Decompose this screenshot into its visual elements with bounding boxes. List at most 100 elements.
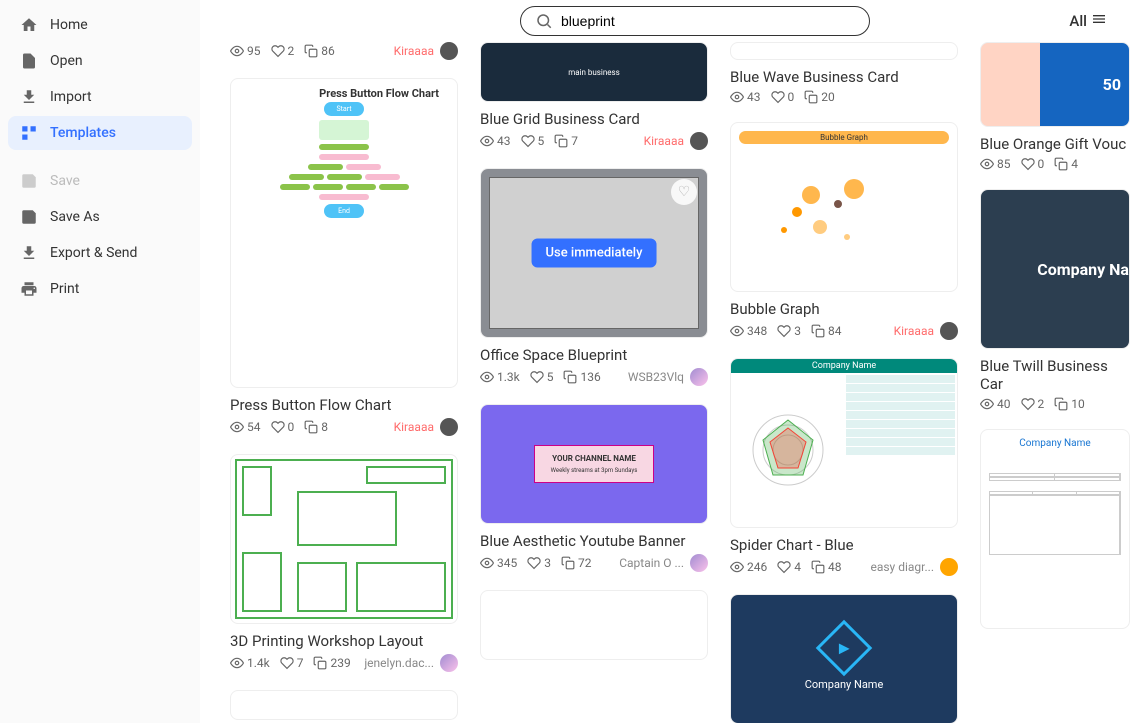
avatar: [940, 322, 958, 340]
card-thumbnail[interactable]: ♡ Use immediately: [480, 168, 708, 338]
template-card-bubble[interactable]: Bubble Graph Bubble Graph: [730, 122, 958, 340]
favorite-button[interactable]: ♡: [671, 179, 697, 205]
eye-icon: [480, 370, 494, 384]
author-name[interactable]: Kiraaaa: [394, 44, 434, 58]
eye-icon: [730, 560, 744, 574]
copy-icon: [811, 324, 825, 338]
avatar: [440, 654, 458, 672]
sidebar-item-export[interactable]: Export & Send: [8, 236, 192, 270]
eye-icon: [980, 157, 994, 171]
card-title: Office Space Blueprint: [480, 346, 708, 364]
template-card-office-space[interactable]: ♡ Use immediately Office Space Blueprint…: [480, 168, 708, 386]
template-card[interactable]: 95 2 86 Kiraaaa: [230, 42, 458, 60]
card-thumbnail[interactable]: [480, 590, 708, 660]
card-title: Blue Wave Business Card: [730, 68, 958, 86]
eye-icon: [730, 324, 744, 338]
card-thumbnail[interactable]: [730, 42, 958, 60]
eye-icon: [230, 44, 244, 58]
heart-icon: [271, 44, 285, 58]
home-icon: [20, 16, 38, 34]
sidebar-item-open[interactable]: Open: [8, 44, 192, 78]
template-card[interactable]: [230, 690, 458, 720]
avatar: [690, 132, 708, 150]
card-thumbnail[interactable]: Company Name: [730, 358, 958, 528]
author-name[interactable]: Kiraaaa: [394, 420, 434, 434]
template-card-form[interactable]: Company Name: [980, 429, 1130, 629]
copy-icon: [313, 656, 327, 670]
sidebar-label: Save: [50, 173, 80, 189]
copy-icon: [563, 370, 577, 384]
heart-icon: [521, 134, 535, 148]
eye-icon: [730, 90, 744, 104]
filter-all-button[interactable]: All: [1069, 11, 1107, 31]
sidebar-label: Home: [50, 17, 88, 33]
card-thumbnail[interactable]: [230, 690, 458, 720]
main-area: All 95 2 86 Kiraaaa Press Button Flow Ch…: [200, 0, 1142, 723]
card-meta: 246 4 48 easy diagr...: [730, 558, 958, 576]
card-meta: 1.3k 5 136 WSB23Vlq: [480, 368, 708, 386]
sidebar-item-print[interactable]: Print: [8, 272, 192, 306]
sidebar-label: Save As: [50, 209, 100, 225]
template-card[interactable]: [480, 590, 708, 660]
template-card-blue-grid[interactable]: main business Blue Grid Business Card 43…: [480, 42, 708, 150]
card-thumbnail[interactable]: Company Name: [730, 594, 958, 723]
author-name[interactable]: Captain O ...: [619, 556, 684, 570]
heart-icon: [777, 324, 791, 338]
template-card-blue-wave[interactable]: Blue Wave Business Card 43 0 20: [730, 42, 958, 104]
card-title: Blue Orange Gift Vouc: [980, 135, 1130, 153]
print-icon: [20, 280, 38, 298]
eye-icon: [980, 397, 994, 411]
sidebar-item-home[interactable]: Home: [8, 8, 192, 42]
card-thumbnail[interactable]: [230, 454, 458, 624]
avatar: [440, 42, 458, 60]
card-title: Blue Twill Business Car: [980, 357, 1130, 393]
copy-icon: [561, 556, 575, 570]
card-thumbnail[interactable]: Press Button Flow Chart Start: [230, 78, 458, 388]
search-box[interactable]: [520, 6, 870, 36]
card-thumbnail[interactable]: 50: [980, 42, 1130, 127]
search-input[interactable]: [561, 13, 855, 29]
template-grid[interactable]: 95 2 86 Kiraaaa Press Button Flow Chart …: [200, 42, 1142, 723]
card-title: Blue Grid Business Card: [480, 110, 708, 128]
sidebar-item-templates[interactable]: Templates: [8, 116, 192, 150]
card-title: Bubble Graph: [730, 300, 958, 318]
template-card-3d-printing[interactable]: 3D Printing Workshop Layout 1.4k 7 239 j…: [230, 454, 458, 672]
template-card-spider[interactable]: Company Name Spider Chart - Blue 246 4 4…: [730, 358, 958, 576]
sidebar-item-save-as[interactable]: Save As: [8, 200, 192, 234]
card-meta: 1.4k 7 239 jenelyn.dac...: [230, 654, 458, 672]
template-card-company-logo[interactable]: Company Name: [730, 594, 958, 723]
template-card-voucher[interactable]: 50 Blue Orange Gift Vouc 85 0 4: [980, 42, 1130, 171]
copy-icon: [554, 134, 568, 148]
sidebar-label: Print: [50, 281, 79, 297]
template-card-youtube[interactable]: YOUR CHANNEL NAME Weekly streams at 3pm …: [480, 404, 708, 572]
card-thumbnail[interactable]: Company Na: [980, 189, 1130, 349]
card-thumbnail[interactable]: Company Name: [980, 429, 1130, 629]
template-card-press-button[interactable]: Press Button Flow Chart Start: [230, 78, 458, 436]
copy-icon: [1054, 157, 1068, 171]
topbar: All: [200, 0, 1142, 42]
card-meta: 345 3 72 Captain O ...: [480, 554, 708, 572]
author-name[interactable]: easy diagr...: [870, 560, 934, 574]
eye-icon: [480, 556, 494, 570]
use-immediately-button[interactable]: Use immediately: [532, 239, 657, 268]
avatar: [940, 558, 958, 576]
avatar: [440, 418, 458, 436]
save-as-icon: [20, 208, 38, 226]
eye-icon: [230, 656, 244, 670]
copy-icon: [804, 90, 818, 104]
card-thumbnail[interactable]: main business: [480, 42, 708, 102]
template-card-twill[interactable]: Company Na Blue Twill Business Car 40 2 …: [980, 189, 1130, 411]
heart-icon: [271, 420, 285, 434]
sidebar-item-import[interactable]: Import: [8, 80, 192, 114]
import-icon: [20, 88, 38, 106]
author-name[interactable]: jenelyn.dac...: [364, 656, 434, 670]
author-name[interactable]: Kiraaaa: [894, 324, 934, 338]
card-thumbnail[interactable]: Bubble Graph: [730, 122, 958, 292]
author-name[interactable]: WSB23Vlq: [628, 370, 684, 384]
file-icon: [20, 52, 38, 70]
card-thumbnail[interactable]: YOUR CHANNEL NAME Weekly streams at 3pm …: [480, 404, 708, 524]
sidebar-label: Import: [50, 89, 92, 105]
sidebar-label: Templates: [50, 125, 116, 141]
card-title: Press Button Flow Chart: [230, 396, 458, 414]
author-name[interactable]: Kiraaaa: [644, 134, 684, 148]
